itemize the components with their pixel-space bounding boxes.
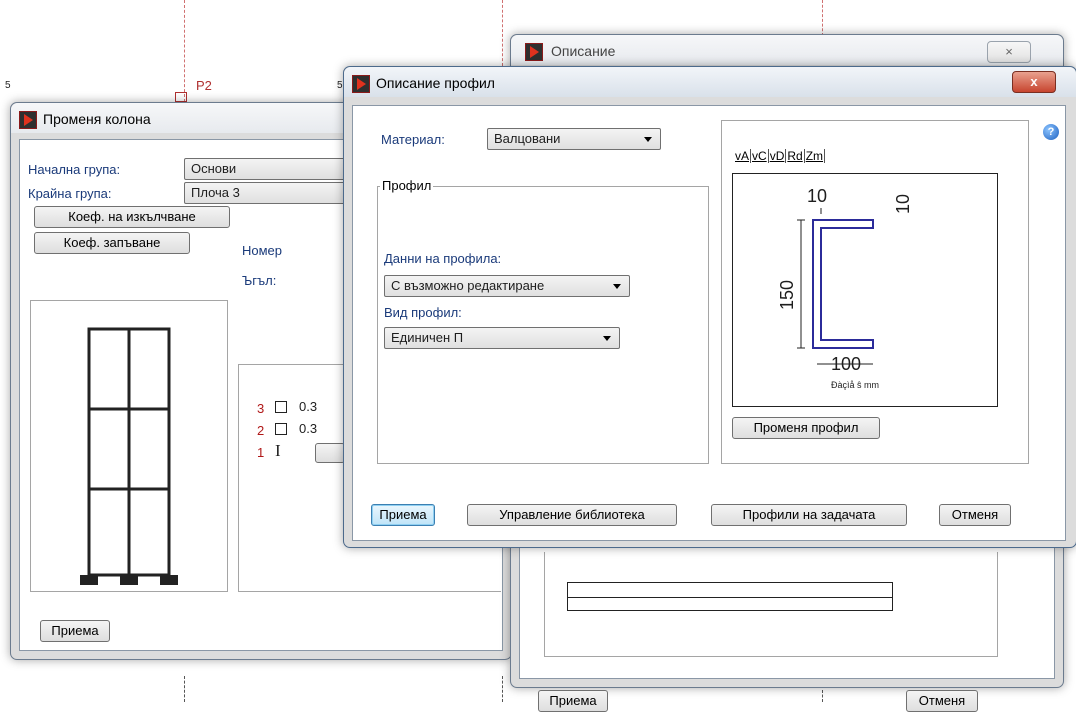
- close-icon[interactable]: x: [1012, 71, 1056, 93]
- profile-group: Профил Данни на профила: С възможно реда…: [377, 178, 709, 464]
- description-row: [567, 596, 893, 611]
- cad-column-marker: [175, 92, 187, 102]
- floor-edit-button[interactable]: [315, 443, 345, 463]
- app-icon: [352, 75, 370, 93]
- profile-data-select[interactable]: С възможно редактиране: [384, 275, 630, 297]
- dim-flange: 10: [893, 193, 913, 214]
- lapping-coef-button[interactable]: Коеф. запъване: [34, 232, 190, 254]
- chevron-down-icon: [603, 336, 611, 341]
- accept-button[interactable]: Приема: [40, 620, 110, 642]
- angle-label: Ъгъл:: [242, 273, 277, 288]
- cad-gridline: [184, 0, 185, 102]
- profile-description-titlebar[interactable]: Описание профил x: [344, 67, 1076, 97]
- units-note: Đàçìå ŝ mm: [831, 380, 880, 390]
- profile-data-label: Данни на профила:: [384, 251, 502, 266]
- profile-type-value: Единичен П: [391, 330, 464, 345]
- buckling-coef-button[interactable]: Коеф. на изкълчване: [34, 206, 230, 228]
- help-icon[interactable]: ?: [1043, 124, 1059, 140]
- profile-type-label: Вид профил:: [384, 305, 462, 320]
- dim-top: 10: [807, 186, 828, 206]
- start-group-value: Основи: [191, 161, 237, 176]
- window-title: Описание профил: [376, 75, 495, 91]
- floor-section-icon: I: [275, 441, 281, 460]
- accept-button[interactable]: Приема: [371, 504, 435, 526]
- material-label: Материал:: [381, 132, 445, 147]
- task-profiles-button[interactable]: Профили на задачата: [711, 504, 907, 526]
- app-icon: [19, 111, 37, 129]
- cancel-button[interactable]: Отменя: [906, 690, 978, 712]
- profile-type-select[interactable]: Единичен П: [384, 327, 620, 349]
- profile-group-title: Профил: [380, 178, 434, 193]
- cad-gridline: [502, 676, 503, 702]
- preview-tab[interactable]: vA: [734, 149, 752, 163]
- cad-axis-label: 5: [337, 80, 343, 91]
- number-label: Номер: [242, 243, 283, 258]
- floor-index: 3: [257, 401, 265, 416]
- chevron-down-icon: [644, 137, 652, 142]
- cancel-button[interactable]: Отменя: [939, 504, 1011, 526]
- cad-gridline: [822, 690, 823, 702]
- column-frame-preview: [30, 300, 228, 592]
- floor-value: 0.3: [299, 421, 318, 436]
- end-group-select[interactable]: Плоча 3: [184, 182, 354, 204]
- material-select[interactable]: Валцовани: [487, 128, 661, 150]
- floor-index: 2: [257, 423, 265, 438]
- end-group-value: Плоча 3: [191, 185, 240, 200]
- change-profile-button[interactable]: Променя профил: [732, 417, 880, 439]
- floor-checkbox[interactable]: [275, 401, 287, 413]
- frame-diagram: [80, 327, 178, 585]
- floor-value: 0.3: [299, 399, 318, 414]
- app-icon: [525, 43, 543, 61]
- profile-preview-group: vA vC vD Rd Zm 10 10 150 100 Đàçìå ŝ mm …: [721, 120, 1029, 464]
- close-icon[interactable]: ×: [987, 41, 1031, 63]
- cad-column-label: P2: [196, 78, 212, 93]
- preview-tab[interactable]: Rd: [786, 149, 805, 163]
- preview-tab[interactable]: Zm: [804, 149, 826, 163]
- preview-tabs: vA vC vD Rd Zm: [734, 149, 826, 163]
- preview-tab[interactable]: vC: [751, 149, 769, 163]
- chevron-down-icon: [613, 284, 621, 289]
- start-group-select[interactable]: Основи: [184, 158, 354, 180]
- window-title: Променя колона: [43, 111, 151, 127]
- floor-checkbox[interactable]: [275, 423, 287, 435]
- cad-gridline: [502, 0, 503, 66]
- cad-gridline: [184, 676, 185, 702]
- profile-data-value: С възможно редактиране: [391, 278, 545, 293]
- floor-index: 1: [257, 445, 265, 460]
- profile-description-window: Описание профил x Материал: Валцовани Пр…: [343, 66, 1076, 548]
- dim-height: 150: [777, 279, 797, 310]
- window-title: Описание: [551, 43, 616, 59]
- profile-drawing: 10 10 150 100 Đàçìå ŝ mm: [732, 173, 998, 407]
- profile-description-client: Материал: Валцовани Профил Данни на проф…: [352, 105, 1066, 541]
- preview-tab[interactable]: vD: [768, 149, 787, 163]
- material-value: Валцовани: [494, 131, 561, 146]
- end-group-label: Крайна група:: [28, 186, 112, 201]
- description-titlebar[interactable]: Описание ×: [511, 35, 1063, 65]
- cad-axis-label: 5: [5, 80, 11, 91]
- description-panel: [544, 552, 998, 657]
- library-button[interactable]: Управление библиотека: [467, 504, 677, 526]
- start-group-label: Начална група:: [28, 162, 121, 177]
- accept-button[interactable]: Приема: [538, 690, 608, 712]
- channel-profile-diagram: [797, 208, 874, 365]
- cad-gridline: [822, 0, 823, 36]
- dim-width: 100: [831, 354, 862, 374]
